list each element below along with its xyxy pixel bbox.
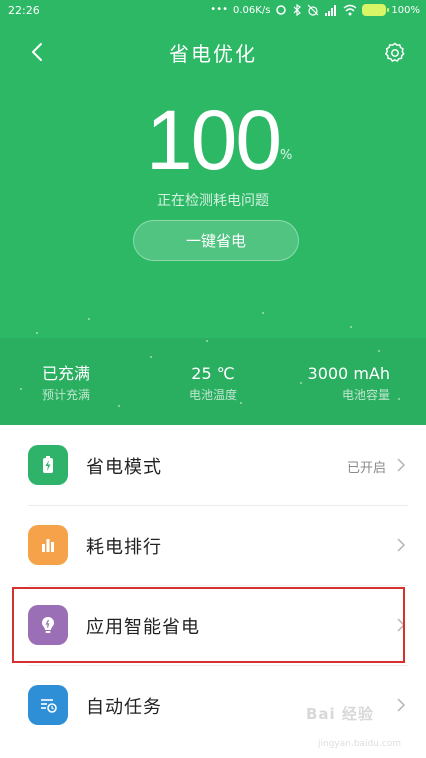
stat-capacity: 3000 mAh 电池容量 [308, 364, 390, 403]
chevron-right-icon [397, 538, 406, 552]
decor-dot [300, 382, 302, 384]
battery-level-number: 100 [145, 93, 282, 187]
chevron-right-icon [397, 618, 406, 632]
status-icons: ••• 0.06K/s 100% [210, 3, 420, 17]
menu-item-label: 应用智能省电 [86, 617, 200, 638]
baidu-watermark-url: jingyan.baidu.com [318, 739, 402, 749]
battery-icon [362, 4, 390, 16]
checking-status-text: 正在检测耗电问题 [157, 193, 269, 209]
stat-capacity-value: 3000 mAh [307, 364, 390, 383]
baidu-watermark: Bai 经验 [306, 705, 374, 723]
decor-dot [378, 350, 380, 352]
stat-temperature-label: 电池温度 [188, 388, 237, 402]
task-clock-icon [28, 685, 68, 725]
menu-item-status: 已开启 [346, 461, 386, 476]
sync-icon [276, 5, 287, 15]
menu-item-smart-app-saving[interactable]: 应用智能省电 [0, 585, 426, 665]
stat-charge-value: 已充满 [42, 364, 91, 383]
bluetooth-icon [293, 4, 302, 16]
percent-sign: % [280, 148, 293, 163]
page-title: 省电优化 [169, 42, 257, 66]
decor-dot [262, 312, 264, 314]
stat-temperature: 25 ℃ 电池温度 [163, 364, 263, 403]
status-battery-percent: 100% [391, 4, 420, 16]
wifi-icon [343, 4, 357, 16]
decor-dot [20, 388, 22, 390]
stat-charge-label: 预计充满 [42, 388, 91, 402]
menu-item-label: 自动任务 [86, 697, 162, 718]
lightbulb-icon [28, 605, 68, 645]
decor-dot [150, 356, 152, 358]
stat-charge: 已充满 预计充满 [42, 364, 90, 403]
decor-dot [206, 340, 208, 342]
chevron-right-icon [397, 458, 406, 472]
menu-item-label: 省电模式 [86, 457, 162, 478]
battery-bolt-icon [28, 445, 68, 485]
stat-temperature-value: 25 ℃ [191, 364, 235, 383]
decor-dot [350, 326, 352, 328]
decor-dot [88, 318, 90, 320]
gear-icon[interactable] [384, 42, 406, 64]
menu-item-power-ranking[interactable]: 耗电排行 [0, 505, 426, 585]
stat-capacity-label: 电池容量 [341, 388, 390, 402]
status-bar: 22:26 ••• 0.06K/s 100% [0, 0, 426, 22]
decor-dot [118, 405, 120, 407]
battery-level-display: 100 % [0, 92, 426, 189]
decor-dot [398, 398, 400, 400]
one-click-save-button[interactable]: 一键省电 [133, 220, 299, 261]
menu-list: 省电模式 已开启 耗电排行 应用智能省电 自动任务 [0, 425, 426, 745]
alarm-off-icon [307, 4, 319, 16]
network-speed: 0.06K/s [233, 4, 271, 16]
chevron-right-icon [397, 698, 406, 712]
decor-dot [36, 332, 38, 334]
menu-item-power-saving-mode[interactable]: 省电模式 已开启 [0, 425, 426, 505]
bar-chart-icon [28, 525, 68, 565]
status-time: 22:26 [8, 4, 40, 17]
menu-item-label: 耗电排行 [86, 537, 162, 558]
signal-icon [325, 5, 337, 16]
more-icon: ••• [210, 4, 228, 15]
